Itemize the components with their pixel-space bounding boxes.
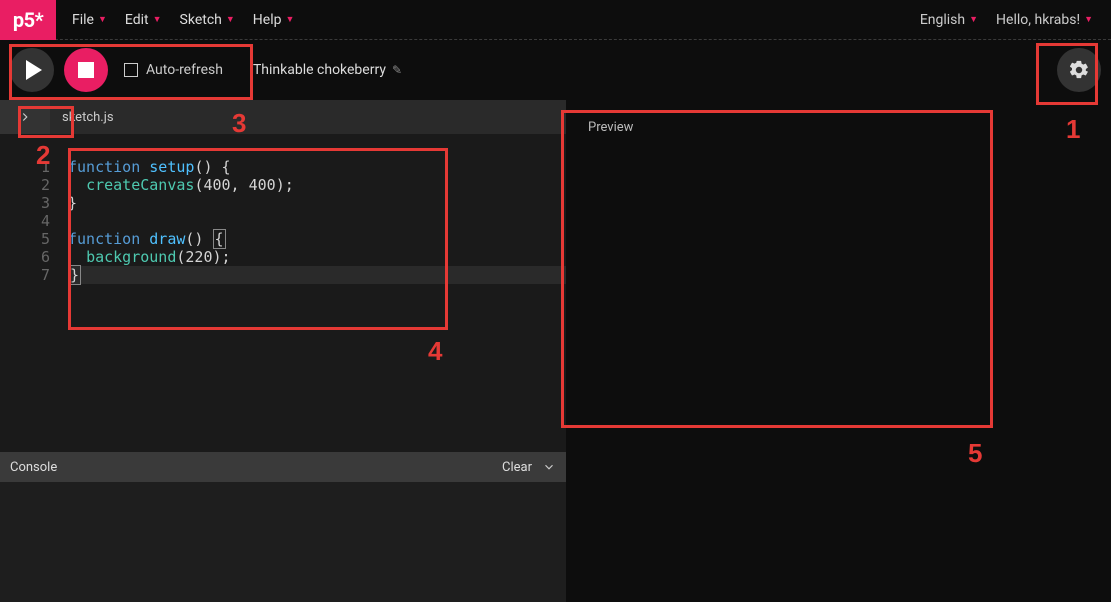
- code-line: createCanvas(400, 400);: [68, 176, 566, 194]
- user-greeting: Hello, hkrabs!: [996, 12, 1080, 28]
- menu-file-label: File: [72, 12, 94, 28]
- preview-label: Preview: [574, 112, 647, 143]
- editor-pane: sketch.js 1 2 3 4 5 6 7 function setup()…: [0, 100, 566, 602]
- menu-help[interactable]: Help ▼: [253, 12, 295, 28]
- user-menu[interactable]: Hello, hkrabs! ▼: [996, 12, 1093, 28]
- language-label: English: [920, 12, 965, 28]
- sketch-name-text: Thinkable chokeberry: [253, 62, 386, 78]
- file-header: sketch.js: [0, 100, 566, 134]
- annotation-label-4: 4: [428, 336, 442, 367]
- code-line: }: [68, 266, 566, 284]
- auto-refresh-checkbox[interactable]: [124, 63, 138, 77]
- menu-sketch-label: Sketch: [180, 12, 222, 28]
- annotation-label-3: 3: [232, 108, 246, 139]
- stop-button[interactable]: [64, 48, 108, 92]
- dropdown-icon: ▼: [226, 14, 235, 25]
- play-icon: [26, 60, 42, 80]
- toolbar: Auto-refresh Thinkable chokeberry ✎: [0, 40, 1111, 100]
- dropdown-icon: ▼: [153, 14, 162, 25]
- console-title: Console: [10, 460, 57, 475]
- code-line: [68, 212, 566, 230]
- code-editor[interactable]: 1 2 3 4 5 6 7 function setup() { createC…: [0, 134, 566, 452]
- language-selector[interactable]: English ▼: [920, 12, 978, 28]
- line-gutter: 1 2 3 4 5 6 7: [0, 158, 58, 452]
- logo[interactable]: p5*: [0, 0, 56, 40]
- code-line: }: [68, 194, 566, 212]
- chevron-right-icon: [18, 110, 32, 124]
- line-number: 6: [0, 248, 50, 266]
- sketch-name[interactable]: Thinkable chokeberry ✎: [253, 62, 402, 78]
- console-header: Console Clear: [0, 452, 566, 482]
- line-number: 7: [0, 266, 50, 284]
- code-line: function setup() {: [68, 158, 566, 176]
- console-body[interactable]: [0, 482, 566, 602]
- auto-refresh-label: Auto-refresh: [146, 62, 223, 78]
- sidebar-expand-button[interactable]: [0, 100, 50, 134]
- line-number: 4: [0, 212, 50, 230]
- menu-file[interactable]: File ▼: [72, 12, 107, 28]
- dropdown-icon: ▼: [285, 14, 294, 25]
- line-number: 5: [0, 230, 50, 248]
- annotation-label-5: 5: [968, 438, 982, 469]
- dropdown-icon: ▼: [1084, 14, 1093, 25]
- line-number: 3: [0, 194, 50, 212]
- auto-refresh-toggle[interactable]: Auto-refresh: [124, 62, 223, 78]
- stop-icon: [78, 62, 94, 78]
- dropdown-icon: ▼: [98, 14, 107, 25]
- preview-pane: Preview: [566, 100, 1111, 602]
- main-menu: File ▼ Edit ▼ Sketch ▼ Help ▼: [72, 12, 294, 28]
- top-bar: p5* File ▼ Edit ▼ Sketch ▼ Help ▼ Englis…: [0, 0, 1111, 40]
- settings-button[interactable]: [1057, 48, 1101, 92]
- main-area: sketch.js 1 2 3 4 5 6 7 function setup()…: [0, 100, 1111, 602]
- menu-edit-label: Edit: [125, 12, 149, 28]
- annotation-label-1: 1: [1066, 114, 1080, 145]
- file-tab[interactable]: sketch.js: [50, 110, 126, 125]
- code-line: background(220);: [68, 248, 566, 266]
- dropdown-icon: ▼: [969, 14, 978, 25]
- right-menu: English ▼ Hello, hkrabs! ▼: [920, 12, 1093, 28]
- menu-edit[interactable]: Edit ▼: [125, 12, 162, 28]
- line-number: 2: [0, 176, 50, 194]
- code-line: function draw() {: [68, 230, 566, 248]
- edit-icon[interactable]: ✎: [392, 63, 402, 77]
- play-button[interactable]: [10, 48, 54, 92]
- menu-sketch[interactable]: Sketch ▼: [180, 12, 235, 28]
- gear-icon: [1068, 59, 1090, 81]
- annotation-label-2: 2: [36, 140, 50, 171]
- menu-help-label: Help: [253, 12, 282, 28]
- chevron-down-icon[interactable]: [542, 460, 556, 474]
- code-area[interactable]: function setup() { createCanvas(400, 400…: [58, 158, 566, 452]
- console-clear-button[interactable]: Clear: [502, 460, 532, 475]
